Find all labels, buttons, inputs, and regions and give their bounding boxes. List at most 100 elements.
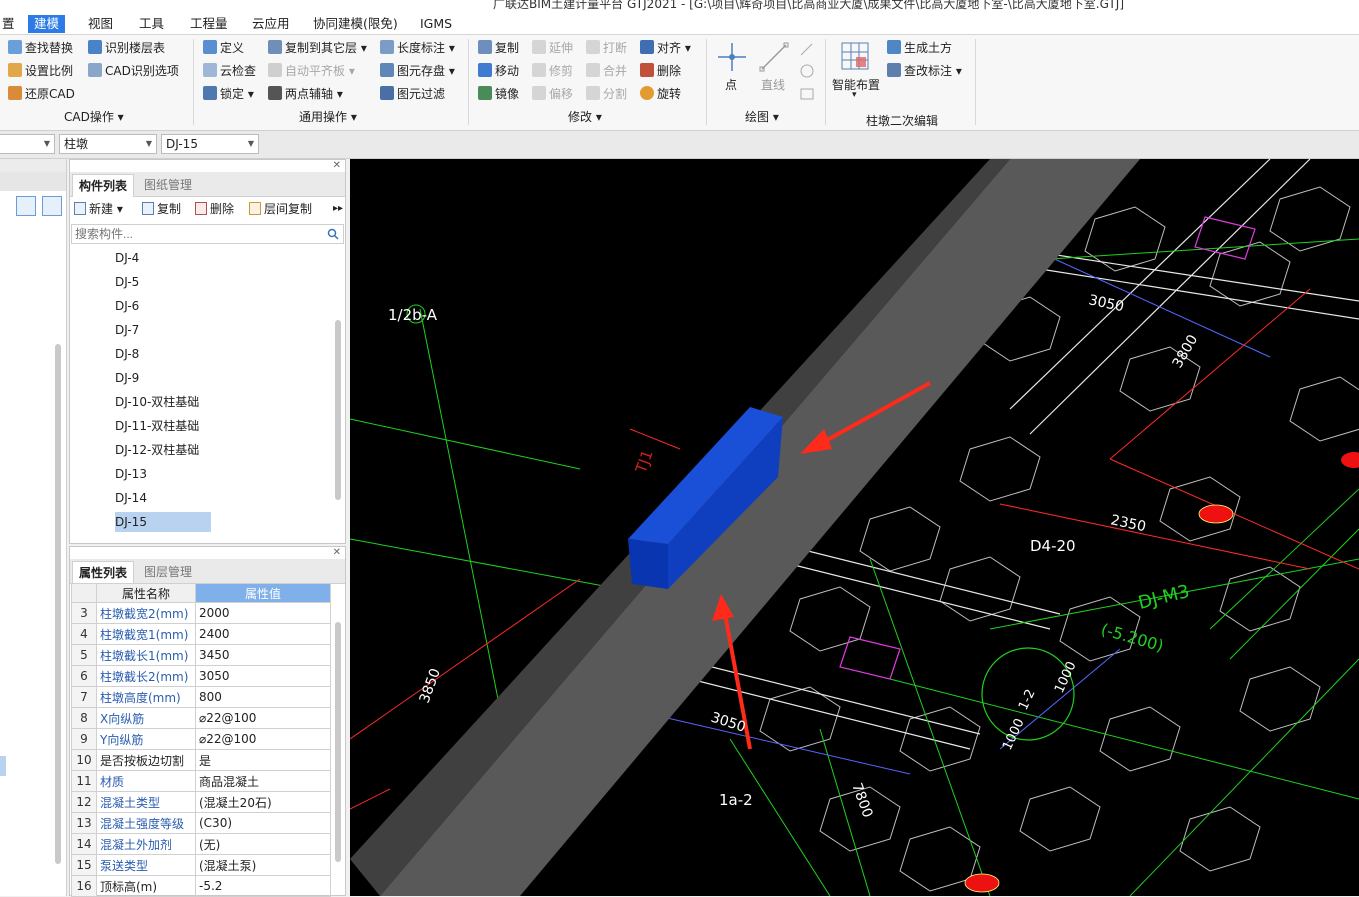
menu-quantity[interactable]: 工程量 [184, 15, 234, 33]
cad-drawing[interactable]: 1/2b-A 1a-2 D4-20 3050 3800 2350 3850 30… [350, 159, 1359, 896]
table-row[interactable]: 4 柱墩截宽1(mm) 2400 [71, 623, 331, 645]
break-button[interactable]: 打断 [586, 38, 627, 58]
list-view-icon[interactable] [16, 196, 36, 216]
list-item[interactable]: DJ-10-双柱基础 [115, 392, 211, 412]
table-row[interactable]: 12 混凝土类型 (混凝土20石) [71, 791, 331, 813]
trim-button[interactable]: 修剪 [532, 61, 573, 81]
copy-to-layer-button[interactable]: 复制到其它层 ▾ [268, 38, 367, 58]
list-item[interactable]: DJ-13 [115, 464, 211, 484]
delete-component-button[interactable]: 删除 [195, 198, 234, 220]
close-icon[interactable]: ✕ [333, 160, 341, 171]
table-row[interactable]: 8 X向纵筋 ⌀22@100 [71, 707, 331, 729]
line-icon[interactable] [758, 41, 790, 73]
point-icon[interactable] [716, 41, 748, 73]
category-combo[interactable]: 柱墩 ▼ [59, 134, 157, 154]
property-scrollbar[interactable] [335, 622, 341, 862]
two-point-axis-button[interactable]: 两点辅轴 ▾ [268, 84, 343, 104]
modify-group-label[interactable]: 修改 ▾ [568, 108, 602, 125]
table-row[interactable]: 15 泵送类型 (混凝土泵) [71, 854, 331, 876]
model-viewport[interactable]: 1/2b-A 1a-2 D4-20 3050 3800 2350 3850 30… [350, 159, 1359, 896]
copy-between-floors-button[interactable]: 层间复制 [249, 198, 312, 220]
smart-layout-icon[interactable] [838, 39, 872, 73]
search-input[interactable] [73, 226, 317, 242]
draw-tools-icon[interactable] [798, 41, 816, 103]
search-box [71, 224, 344, 244]
length-dim-button[interactable]: 长度标注 ▾ [380, 38, 455, 58]
close-icon[interactable]: ✕ [333, 547, 341, 558]
menu-settings[interactable]: 置 [0, 15, 21, 33]
table-row[interactable]: 11 材质 商品混凝土 [71, 770, 331, 792]
table-row[interactable]: 16 顶标高(m) -5.2 [71, 875, 331, 897]
align-button[interactable]: 对齐 ▾ [640, 38, 691, 58]
check-label-button[interactable]: 查改标注 ▾ [887, 61, 962, 81]
nav-scrollbar[interactable] [55, 344, 61, 864]
table-row[interactable]: 6 柱墩截长2(mm) 3050 [71, 665, 331, 687]
generate-earthwork-button[interactable]: 生成土方 [887, 38, 952, 58]
menu-tools[interactable]: 工具 [133, 15, 170, 33]
identify-floor-table-button[interactable]: 识别楼层表 [88, 38, 165, 58]
more-icon[interactable]: ▸▸ [333, 198, 343, 220]
cloud-check-button[interactable]: 云检查 [203, 61, 256, 81]
general-ops-group-label[interactable]: 通用操作 ▾ [299, 108, 357, 125]
auto-flush-button[interactable]: 自动平齐板 ▾ [268, 61, 355, 81]
delete-button[interactable]: 删除 [640, 61, 681, 81]
list-item[interactable]: DJ-9 [115, 368, 211, 388]
table-row[interactable]: 14 混凝土外加剂 (无) [71, 833, 331, 855]
table-row[interactable]: 13 混凝土强度等级 (C30) [71, 812, 331, 834]
list-item[interactable]: DJ-5 [115, 272, 211, 292]
list-item[interactable]: DJ-7 [115, 320, 211, 340]
tab-layer-mgmt[interactable]: 图层管理 [138, 561, 198, 583]
copy-button[interactable]: 复制 [478, 38, 519, 58]
cad-options-button[interactable]: CAD识别选项 [88, 61, 179, 81]
menu-modeling[interactable]: 建模 [28, 15, 66, 33]
table-row[interactable]: 10 是否按板边切割是 [71, 749, 331, 771]
table-row[interactable]: 7 柱墩高度(mm) 800 [71, 686, 331, 708]
tab-component-list[interactable]: 构件列表 [72, 174, 135, 197]
component-tabs: 构件列表 图纸管理 [70, 172, 345, 197]
new-button[interactable]: 新建 ▾ [74, 198, 123, 220]
move-button[interactable]: 移动 [478, 61, 519, 81]
point-button[interactable]: 点 [725, 76, 737, 93]
save-icon [380, 63, 394, 77]
list-item-selected[interactable]: DJ-15 [115, 512, 211, 532]
filter-button[interactable]: 图元过滤 [380, 84, 445, 104]
list-item[interactable]: DJ-11-双柱基础 [115, 416, 211, 436]
save-element-button[interactable]: 图元存盘 ▾ [380, 61, 455, 81]
tab-drawing-mgmt[interactable]: 图纸管理 [138, 174, 198, 196]
merge-button[interactable]: 合并 [586, 61, 627, 81]
line-button[interactable]: 直线 [761, 76, 785, 93]
list-item[interactable]: DJ-14 [115, 488, 211, 508]
list-item[interactable]: DJ-12-双柱基础 [115, 440, 211, 460]
define-button[interactable]: 定义 [203, 38, 244, 58]
tab-property-list[interactable]: 属性列表 [72, 561, 135, 584]
search-icon[interactable] [327, 228, 339, 240]
component-combo[interactable]: DJ-15 ▼ [161, 134, 259, 154]
cad-ops-group-label[interactable]: CAD操作 ▾ [64, 108, 124, 125]
property-panel: ✕ 属性列表 图层管理 属性名称 属性值 3 柱墩截宽2(mm) 2000 4 柱墩截… [69, 546, 346, 897]
extend-button[interactable]: 延伸 [532, 38, 573, 58]
table-row[interactable]: 5 柱墩截长1(mm) 3450 [71, 644, 331, 666]
list-item[interactable]: DJ-6 [115, 296, 211, 316]
find-replace-button[interactable]: 查找替换 [8, 38, 73, 58]
list-item[interactable]: DJ-8 [115, 344, 211, 364]
menu-collab[interactable]: 协同建模(限免) [307, 15, 404, 33]
rotate-button[interactable]: 旋转 [640, 84, 681, 104]
lock-button[interactable]: 锁定 ▾ [203, 84, 254, 104]
component-scrollbar[interactable] [335, 320, 341, 500]
detail-view-icon[interactable] [42, 196, 62, 216]
draw-group-label[interactable]: 绘图 ▾ [745, 108, 779, 125]
smart-layout-dropdown[interactable]: ▾ [852, 90, 857, 100]
mirror-button[interactable]: 镜像 [478, 84, 519, 104]
floor-combo[interactable]: ▼ [0, 134, 55, 154]
set-scale-button[interactable]: 设置比例 [8, 61, 73, 81]
table-row[interactable]: 3 柱墩截宽2(mm) 2000 [71, 602, 331, 624]
offset-button[interactable]: 偏移 [532, 84, 573, 104]
copy-component-button[interactable]: 复制 [142, 198, 181, 220]
split-button[interactable]: 分割 [586, 84, 627, 104]
list-item[interactable]: DJ-4 [115, 248, 211, 268]
restore-cad-button[interactable]: 还原CAD [8, 84, 75, 104]
menu-igms[interactable]: IGMS [414, 15, 458, 33]
menu-view[interactable]: 视图 [82, 15, 119, 33]
table-row[interactable]: 9 Y向纵筋 ⌀22@100 [71, 728, 331, 750]
menu-cloud[interactable]: 云应用 [246, 15, 296, 33]
